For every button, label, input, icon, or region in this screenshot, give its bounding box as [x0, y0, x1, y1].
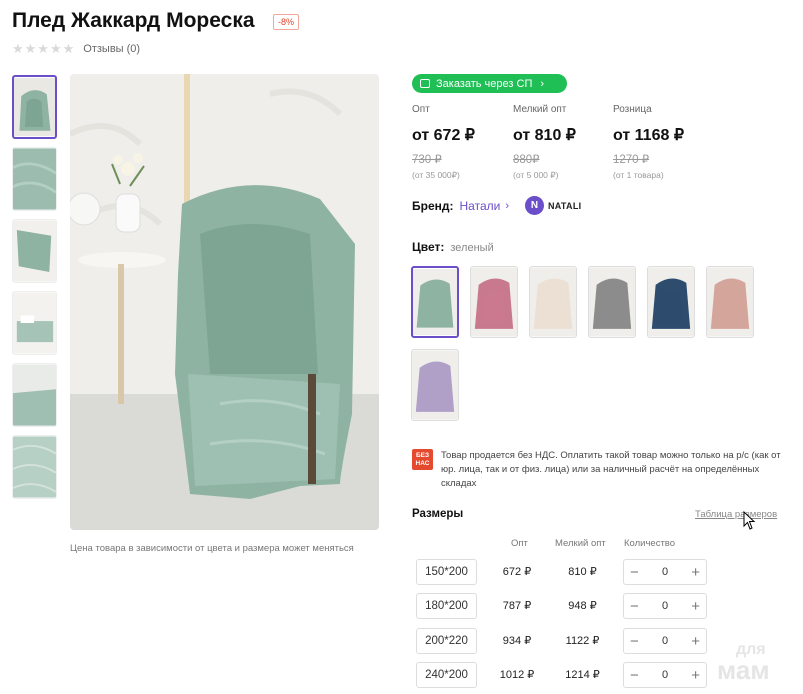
thumbnail-3[interactable] — [12, 219, 57, 283]
color-value: зеленый — [450, 242, 494, 254]
watermark-line2: мам — [717, 655, 770, 685]
col-header-opt: Опт — [511, 538, 528, 549]
size-row: 180*200 787 ₽ 948 ₽ − 0 + — [416, 593, 716, 619]
price-current: от 1168 ₽ — [613, 127, 684, 144]
size-option[interactable]: 240*200 — [416, 662, 477, 688]
price-current: от 672 ₽ — [412, 127, 475, 144]
price-label: Опт — [412, 104, 430, 115]
sizes-title: Размеры — [412, 508, 464, 520]
plus-button[interactable]: + — [691, 634, 700, 649]
color-label: Цвет: — [412, 240, 445, 254]
size-price-small-opt: 810 ₽ — [568, 566, 597, 578]
brand-label: Бренд: — [412, 198, 454, 213]
size-price-opt: 934 ₽ — [502, 635, 532, 647]
col-header-small-opt: Мелкий опт — [555, 538, 606, 549]
price-retail: Розница от 1168 ₽ 1270 ₽ (от 1 товара) — [613, 104, 684, 180]
color-swatch[interactable] — [647, 266, 695, 338]
size-row: 150*200 672 ₽ 810 ₽ − 0 + — [416, 559, 716, 585]
natali-logo-icon: N — [525, 196, 544, 215]
size-price-small-opt: 1122 ₽ — [565, 635, 600, 647]
size-price-opt: 1012 ₽ — [499, 669, 535, 681]
price-min-order: (от 1 товара) — [613, 170, 664, 180]
rating-stars[interactable]: ★★★★★ — [12, 42, 75, 55]
price-opt: Опт от 672 ₽ 730 ₽ (от 35 000₽) — [412, 104, 475, 181]
order-sp-label: Заказать через СП — [436, 77, 533, 90]
quantity-stepper: − 0 + — [623, 593, 707, 619]
brand-logo-text: NATALI — [548, 200, 582, 211]
price-old: 730 ₽ — [412, 154, 442, 166]
size-row: 200*220 934 ₽ 1122 ₽ − 0 + — [416, 628, 716, 654]
thumbnail-2[interactable] — [12, 147, 57, 211]
reviews-link[interactable]: Отзывы (0) — [83, 43, 140, 55]
price-label: Розница — [613, 104, 652, 115]
nds-notice: БЕЗ НАС Товар продается без НДС. Оплатит… — [412, 449, 782, 491]
minus-button[interactable]: − — [630, 634, 639, 649]
col-header-qty: Количество — [624, 538, 676, 549]
brand-link[interactable]: Натали — [460, 199, 501, 213]
plus-button[interactable]: + — [691, 599, 700, 614]
thumbnail-6[interactable] — [12, 435, 57, 499]
order-sp-button[interactable]: Заказать через СП › — [412, 74, 567, 93]
size-option[interactable]: 180*200 — [416, 593, 477, 619]
no-vat-icon: БЕЗ НАС — [412, 449, 433, 470]
watermark-logo: для мам — [717, 640, 770, 685]
thumbnail-5[interactable] — [12, 363, 57, 427]
size-price-opt: 787 ₽ — [502, 600, 532, 612]
quantity-stepper: − 0 + — [623, 662, 707, 688]
plus-button[interactable]: + — [691, 565, 700, 580]
color-row: Цвет: зеленый — [412, 240, 494, 254]
thumbnail-list — [12, 75, 59, 507]
product-main-image[interactable] — [70, 74, 379, 530]
product-title: Плед Жаккард Мореска — [12, 9, 255, 32]
price-min-order: (от 5 000 ₽) — [513, 170, 559, 180]
quantity-stepper: − 0 + — [623, 628, 707, 654]
image-price-note: Цена товара в зависимости от цвета и раз… — [70, 543, 354, 554]
thumbnail-4[interactable] — [12, 291, 57, 355]
plus-button[interactable]: + — [691, 668, 700, 683]
mouse-cursor-icon — [743, 511, 756, 530]
price-small-opt: Мелкий опт от 810 ₽ 880₽ (от 5 000 ₽) — [513, 104, 576, 181]
color-swatch[interactable] — [411, 266, 459, 338]
quantity-value[interactable]: 0 — [662, 600, 668, 612]
price-label: Мелкий опт — [513, 104, 567, 115]
size-price-opt: 672 ₽ — [502, 566, 532, 578]
price-old: 880₽ — [513, 154, 540, 166]
chevron-right-icon: › — [505, 199, 509, 212]
thumbnail-1[interactable] — [12, 75, 57, 139]
color-swatch[interactable] — [588, 266, 636, 338]
color-swatches — [411, 266, 761, 421]
size-option[interactable]: 150*200 — [416, 559, 477, 585]
size-table-link[interactable]: Таблица размеров — [695, 509, 777, 520]
color-swatch[interactable] — [706, 266, 754, 338]
color-swatch[interactable] — [411, 349, 459, 421]
color-swatch[interactable] — [470, 266, 518, 338]
chevron-right-icon: › — [540, 77, 545, 90]
rating: ★★★★★ Отзывы (0) — [12, 42, 140, 55]
discount-badge: -8% — [273, 14, 300, 30]
price-current: от 810 ₽ — [513, 127, 576, 144]
brand-row: Бренд: Натали › N NATALI — [412, 196, 581, 215]
minus-button[interactable]: − — [630, 599, 639, 614]
size-option[interactable]: 200*220 — [416, 628, 477, 654]
size-row: 240*200 1012 ₽ 1214 ₽ − 0 + — [416, 662, 716, 688]
quantity-stepper: − 0 + — [623, 559, 707, 585]
quantity-value[interactable]: 0 — [662, 635, 668, 647]
price-old: 1270 ₽ — [613, 154, 650, 166]
quantity-value[interactable]: 0 — [662, 566, 668, 578]
brand-logo[interactable]: N NATALI — [525, 196, 581, 215]
minus-button[interactable]: − — [630, 668, 639, 683]
size-price-small-opt: 948 ₽ — [568, 600, 597, 612]
bag-icon — [420, 79, 430, 88]
color-swatch[interactable] — [529, 266, 577, 338]
price-min-order: (от 35 000₽) — [412, 170, 460, 180]
nds-text: Товар продается без НДС. Оплатить такой … — [441, 450, 781, 489]
minus-button[interactable]: − — [630, 565, 639, 580]
quantity-value[interactable]: 0 — [662, 669, 668, 681]
size-price-small-opt: 1214 ₽ — [565, 669, 600, 681]
